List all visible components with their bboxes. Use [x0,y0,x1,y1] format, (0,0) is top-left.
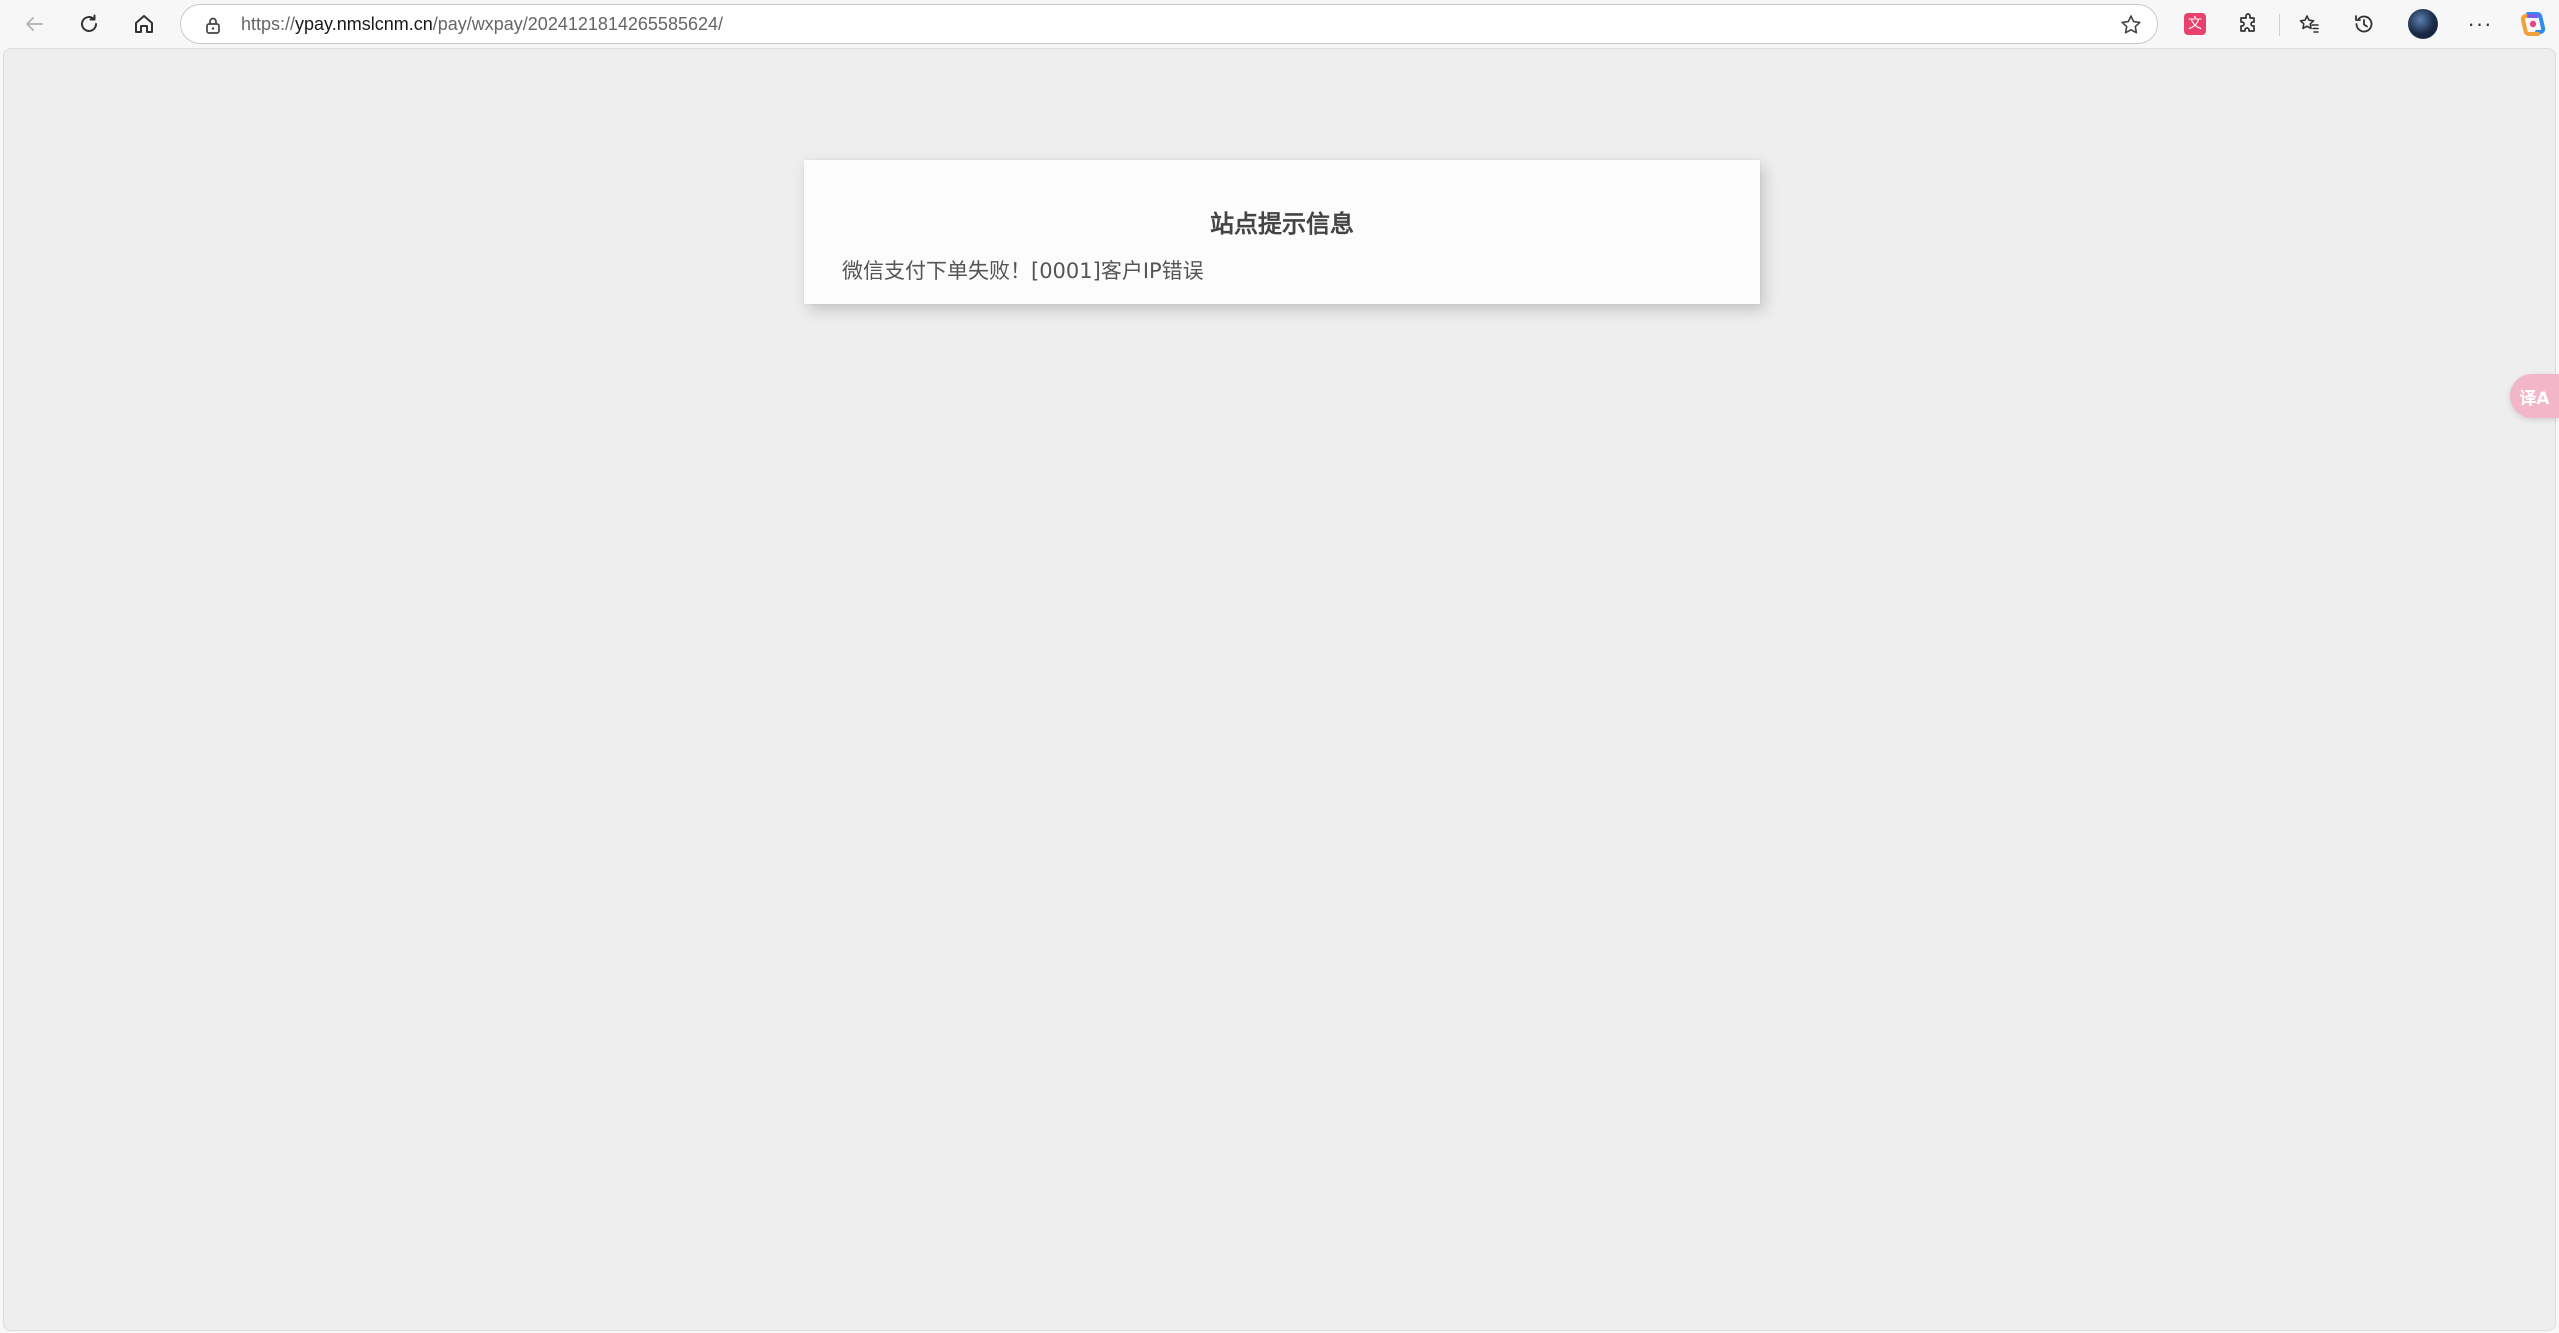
page-title: 站点提示信息 [1210,210,1354,238]
browser-toolbar: https://ypay.nmslcnm.cn/pay/wxpay/202412… [0,0,2559,48]
copilot-icon [2520,12,2546,36]
extensions-button[interactable] [2231,6,2267,42]
home-icon [135,15,153,33]
url-text[interactable]: https://ypay.nmslcnm.cn/pay/wxpay/202412… [241,5,723,43]
url-host: ypay.nmslcnm.cn [295,14,433,34]
favorites-button[interactable] [2291,6,2327,42]
more-button[interactable]: ··· [2462,6,2498,42]
site-notice-card: 站点提示信息 微信支付下单失败！[0001]客户IP错误 [804,160,1760,304]
home-button[interactable] [126,6,162,42]
page-viewport: 站点提示信息 微信支付下单失败！[0001]客户IP错误 [3,48,2556,1331]
avatar [2408,9,2438,39]
translate-extension-icon: 文 [2184,13,2206,35]
profile-button[interactable] [2405,6,2441,42]
star-icon[interactable] [2119,13,2143,37]
lock-icon[interactable] [203,15,223,35]
copilot-button[interactable] [2515,6,2551,42]
error-message: 微信支付下单失败！[0001]客户IP错误 [842,259,1204,283]
address-bar[interactable]: https://ypay.nmslcnm.cn/pay/wxpay/202412… [180,4,2158,44]
puzzle-icon [2240,13,2255,32]
back-arrow-icon [26,17,43,31]
url-prefix: https:// [241,14,296,34]
more-icon: ··· [2467,11,2493,36]
translate-extension-button[interactable]: 文 [2177,6,2213,42]
translate-icon: 译A [2519,388,2550,409]
history-icon [2355,15,2373,33]
favorites-icon [2299,15,2319,33]
history-button[interactable] [2346,6,2382,42]
floating-translate-button[interactable]: 译A [2510,374,2559,418]
refresh-icon [81,14,97,32]
url-path: /pay/wxpay/2024121814265585624/ [432,14,723,34]
back-button[interactable] [16,6,52,42]
toolbar-divider [2279,14,2280,36]
refresh-button[interactable] [71,6,107,42]
